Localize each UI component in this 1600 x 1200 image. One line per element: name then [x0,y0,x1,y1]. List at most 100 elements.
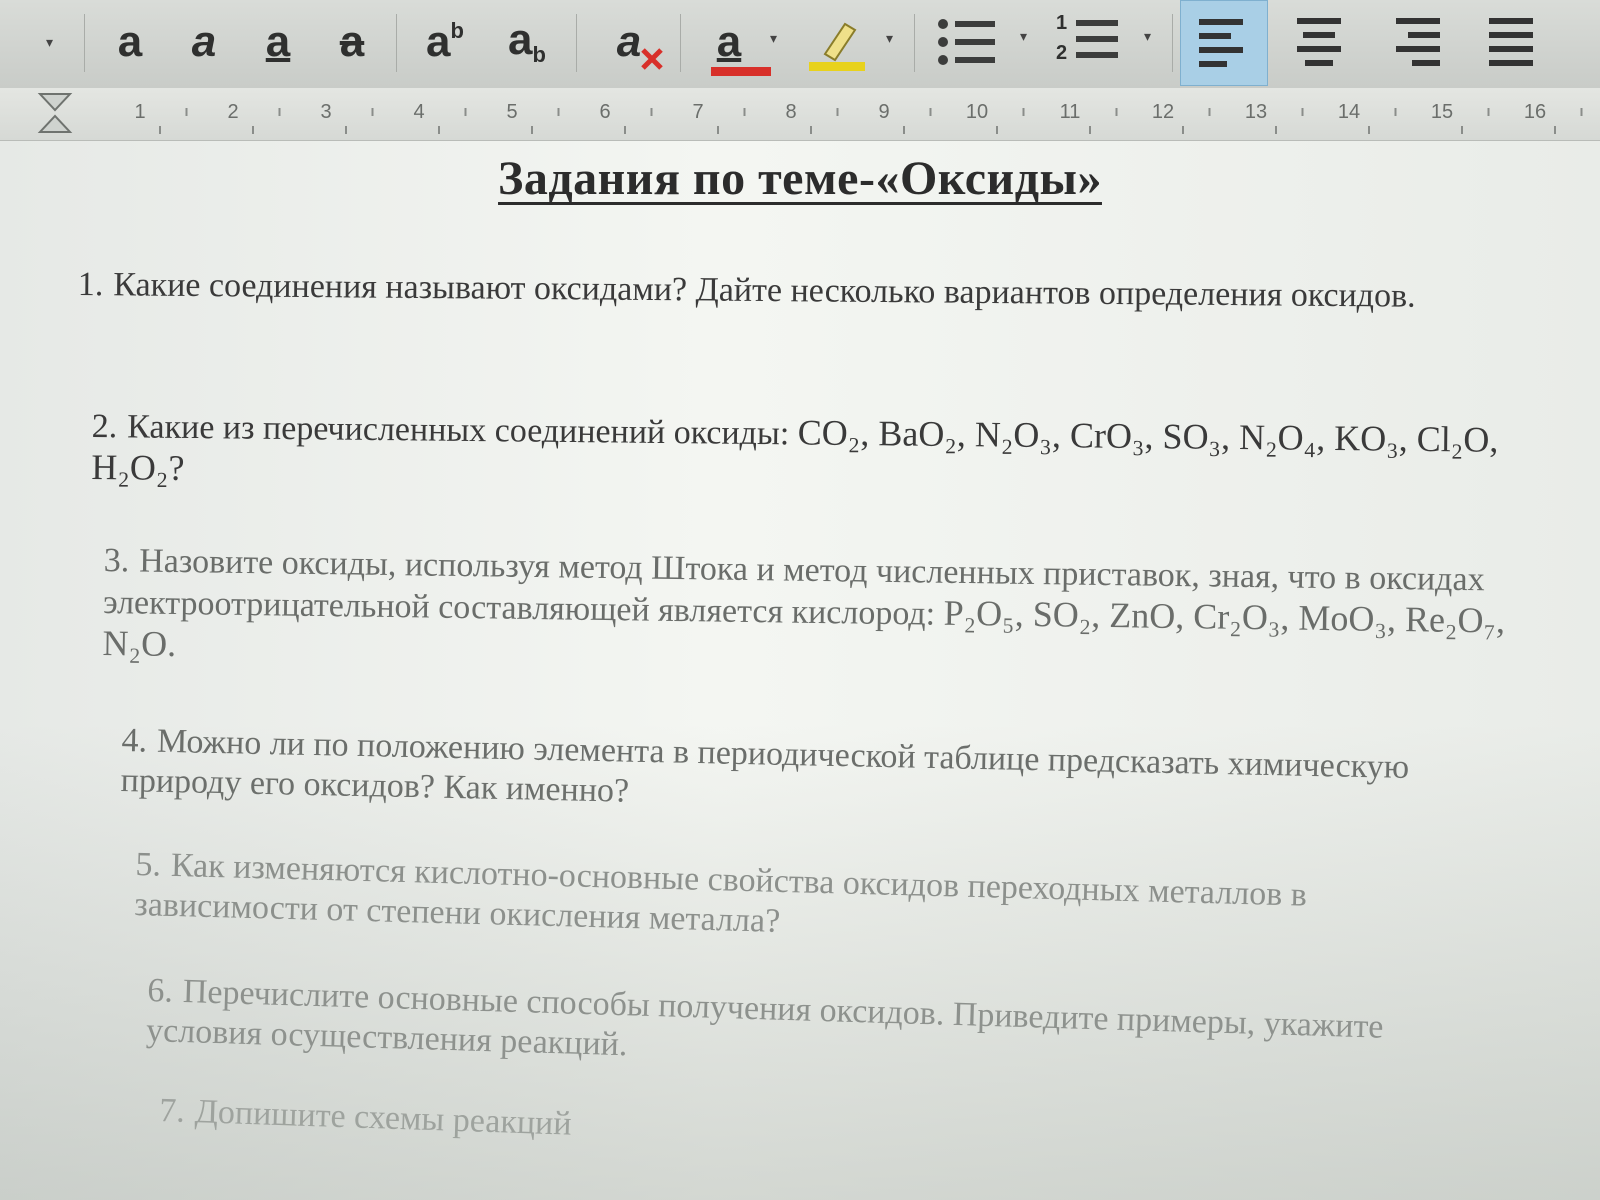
ruler-scale: 1 2 3 4 5 6 7 8 9 10 11 12 13 14 15 16 [37,93,1583,134]
question-1: 1. Какие соединения называют оксидами? Да… [78,265,1458,317]
ruler-number: 4 [413,101,424,123]
ruler-number: 6 [599,101,610,123]
superscript-button[interactable]: ab [408,6,482,78]
align-left-button[interactable] [1180,0,1268,86]
superscript-icon: ab [426,20,464,64]
formula: CO₂ [797,412,861,454]
bold-button[interactable]: a [98,6,162,78]
font-color-button[interactable]: a ▾ [692,6,792,78]
question-number: 7. [158,1091,186,1130]
toolbar-separator [1172,14,1173,72]
font-size-dropdown[interactable]: ▾ [0,6,80,78]
formula: SO₃ [1162,416,1222,457]
toolbar-separator [914,14,915,72]
underline-icon: a [265,17,291,66]
ruler-number: 10 [966,101,988,123]
left-indent-marker [37,114,73,133]
clear-formatting-button[interactable]: a [592,6,666,78]
ruler-number: 15 [1431,101,1453,123]
italic-icon: a [191,17,217,66]
question-number: 1. [77,265,104,304]
ruler-number: 16 [1524,101,1546,123]
font-color-icon: a [710,17,771,76]
numbered-list-icon: 1 2 [1054,12,1124,72]
numbered-list-mark-2: 2 [1056,42,1068,64]
formula: N₂O₄ [1238,417,1317,458]
formula: Cr₂O₃ [1193,596,1281,638]
bullet-list-button[interactable]: ▾ [926,6,1036,78]
highlight-icon [809,22,865,71]
align-center-icon [1297,18,1341,66]
list-line [1076,36,1118,42]
formula: CrO₃ [1069,415,1145,457]
ruler-number: 7 [692,101,703,123]
strikethrough-icon: a [339,17,365,66]
chevron-down-icon[interactable]: ▾ [1144,28,1151,45]
italic-button[interactable]: a [172,6,236,78]
ruler-number: 12 [1152,101,1174,123]
toolbar-separator [680,14,681,72]
underline-button[interactable]: a [246,6,310,78]
formula: MoO₃ [1298,597,1388,639]
list-line [1076,52,1118,58]
bullet-list-icon [938,19,995,65]
formula: N₂O₃ [974,414,1053,456]
align-left-icon [1199,19,1243,67]
formula: N₂O. [102,622,177,665]
formula: ZnO [1109,595,1176,636]
chevron-down-icon: ▾ [46,34,54,50]
ruler-number: 14 [1338,101,1360,123]
formula: Cl₂O [1416,418,1490,460]
chevron-down-icon[interactable]: ▾ [1020,28,1027,45]
question-number: 4. [121,721,148,760]
align-right-button[interactable] [1372,6,1458,78]
subscript-base: a [508,15,533,64]
list-line [1076,20,1118,26]
question-5: 5. Как изменяются кислотно-основные свойс… [134,845,1366,957]
question-4: 4. Можно ли по положению элемента в перио… [120,721,1501,830]
question-text: Перечислите основные способы получения о… [145,973,1385,1064]
ruler-number: 5 [506,101,517,123]
question-7: 7. Допишите схемы реакций [159,1091,960,1158]
chevron-down-icon[interactable]: ▾ [770,30,777,47]
formula: Re₂O₇ [1404,599,1497,641]
bold-icon: a [117,17,143,66]
ruler-number: 11 [1060,101,1081,123]
highlight-button[interactable]: ▾ [800,6,900,78]
formula: KO₃ [1334,418,1399,459]
ruler-number: 9 [878,101,889,123]
page-title: Задания по теме-«Оксиды» [498,152,1102,205]
font-color-swatch [710,67,771,76]
question-number: 5. [135,845,162,884]
clear-x-mark [640,48,663,70]
formula: SO₂ [1032,593,1092,635]
question-6: 6. Перечислите основные способы получения… [146,971,1488,1091]
chevron-down-icon[interactable]: ▾ [886,30,893,47]
question-text: Можно ли по положению элемента в периоди… [120,722,1410,810]
clear-formatting-icon: a [616,17,663,70]
question-2: 2. Какие из перечисленных соединений окси… [91,405,1532,504]
formula: P₂O₅ [943,592,1016,634]
align-center-button[interactable] [1276,6,1362,78]
strikethrough-button[interactable]: a [320,6,384,78]
document-page[interactable]: Задания по теме-«Оксиды» 1. Какие соедине… [0,141,1600,1200]
numbered-list-button[interactable]: 1 2 ▾ [1046,6,1162,78]
question-3: 3. Назовите оксиды, используя метод Штока… [102,541,1524,685]
formula: H₂O₂? [91,446,185,488]
question-text: Какие соединения называют оксидами? Дайт… [113,266,1416,315]
question-text: Как изменяются кислотно-основные свойств… [133,846,1308,940]
question-text: Какие из перечисленных соединений оксиды… [127,408,790,453]
ruler-number: 8 [785,101,796,123]
question-number: 6. [146,971,174,1010]
horizontal-ruler[interactable]: 1 2 3 4 5 6 7 8 9 10 11 12 13 14 15 16 [0,88,1600,141]
justify-button[interactable] [1468,6,1554,78]
subscript-button[interactable]: ab [490,6,564,78]
font-color-glyph: a [716,17,742,66]
toolbar-separator [396,14,397,72]
superscript-base: a [426,17,451,66]
toolbar-separator [84,14,85,72]
formatting-toolbar: ▾ a a a a ab ab a a ▾ ▾ ▾ 1 2 ▾ [0,0,1600,89]
subscript-mark: b [532,42,546,67]
clear-formatting-glyph: a [616,17,642,66]
superscript-mark: b [450,18,464,43]
